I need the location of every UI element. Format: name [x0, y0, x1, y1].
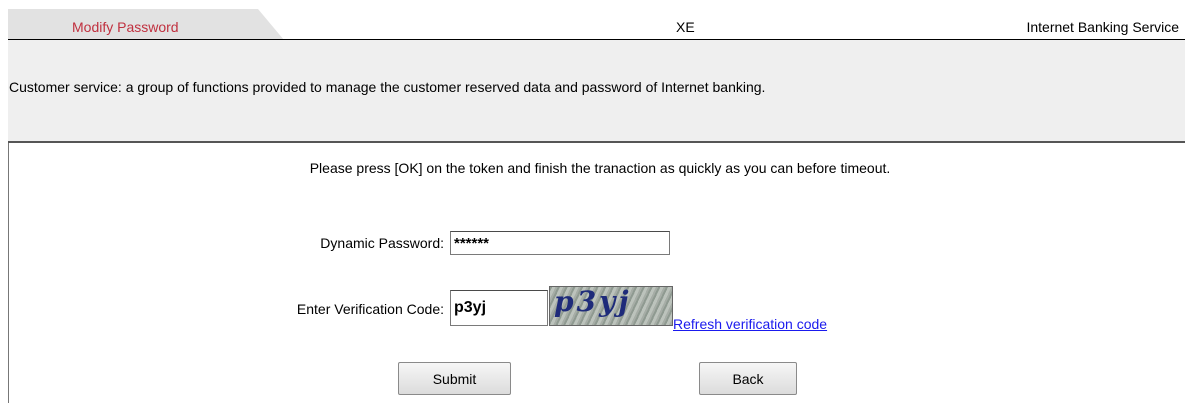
submit-button[interactable]: Submit [398, 362, 511, 395]
top-bar: Modify Password XE Internet Banking Serv… [0, 0, 1185, 40]
left-border [8, 143, 9, 403]
description-text: Customer service: a group of functions p… [9, 79, 766, 95]
dynamic-password-input[interactable] [450, 231, 670, 255]
xe-label: XE [676, 19, 695, 35]
panel-divider [8, 141, 1185, 143]
captcha-image: p3yj [549, 285, 673, 326]
back-button[interactable]: Back [699, 362, 797, 395]
service-title: Internet Banking Service [1026, 19, 1179, 35]
verification-code-label: Enter Verification Code: [296, 301, 444, 317]
verification-code-input[interactable] [450, 290, 548, 326]
instruction-text: Please press [OK] on the token and finis… [309, 160, 891, 176]
tab-modify-password-label[interactable]: Modify Password [72, 19, 179, 35]
captcha-text: p3yj [554, 285, 632, 318]
refresh-verification-link[interactable]: Refresh verification code [673, 316, 827, 332]
dynamic-password-label: Dynamic Password: [320, 235, 444, 251]
description-panel: Customer service: a group of functions p… [8, 40, 1185, 141]
